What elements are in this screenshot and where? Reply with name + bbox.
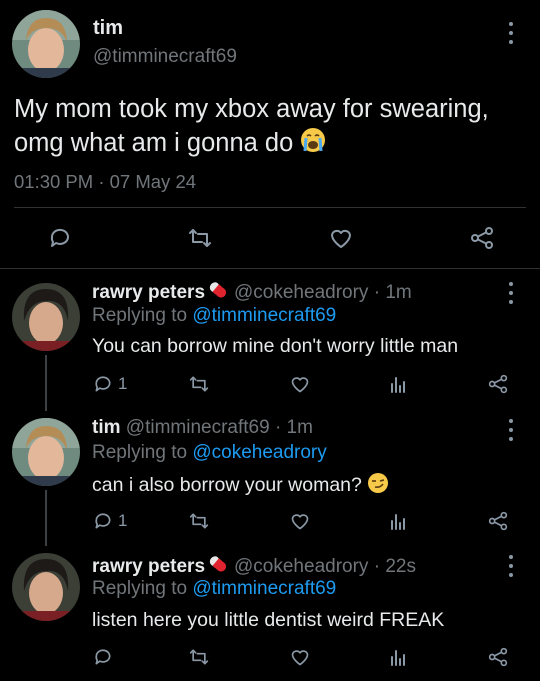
avatar[interactable] — [12, 553, 80, 621]
timestamp-separator: · — [98, 171, 105, 192]
retweet-icon[interactable] — [188, 511, 210, 531]
retweet-icon[interactable] — [188, 374, 210, 394]
reply-icon[interactable] — [93, 374, 113, 394]
pill-icon — [206, 279, 230, 307]
replying-to-label: Replying to — [92, 305, 188, 326]
replying-to-link[interactable]: @cokeheadrory — [192, 442, 326, 463]
reply-icon[interactable] — [93, 511, 113, 531]
replying-to: Replying to @timminecraft69 — [92, 305, 336, 327]
reply-icon[interactable] — [48, 226, 72, 250]
smirking-face-icon — [367, 472, 389, 500]
avatar[interactable] — [12, 418, 80, 486]
analytics-icon[interactable] — [388, 374, 408, 394]
replying-to-label: Replying to — [92, 442, 188, 463]
like-icon[interactable] — [289, 647, 311, 667]
pill-icon — [206, 553, 230, 581]
handle[interactable]: @timminecraft69 — [93, 46, 237, 68]
display-name[interactable]: tim — [92, 417, 121, 438]
crying-face-icon — [300, 127, 326, 162]
share-icon[interactable] — [469, 226, 495, 250]
handle[interactable]: @cokeheadrory — [234, 282, 368, 303]
more-options-icon[interactable] — [508, 282, 514, 304]
avatar[interactable] — [12, 10, 80, 78]
more-options-icon[interactable] — [508, 555, 514, 577]
display-name[interactable]: tim — [93, 17, 123, 40]
reply-time: · 1m — [373, 282, 412, 304]
divider — [0, 268, 540, 269]
reply-count: 1 — [118, 511, 128, 530]
reply-header: rawry peters @cokeheadrory · 1m — [92, 279, 412, 307]
display-name[interactable]: rawry peters — [92, 282, 205, 303]
divider — [14, 207, 526, 208]
handle[interactable]: @timminecraft69 — [126, 417, 270, 438]
share-icon[interactable] — [487, 511, 509, 531]
reply-text-container: can i also borrow your woman? — [92, 472, 389, 500]
tweet-text: My mom took my xbox away for swearing, o… — [14, 92, 524, 162]
thread-line — [45, 355, 47, 411]
thread-line — [45, 490, 47, 546]
replying-to: Replying to @timminecraft69 — [92, 578, 336, 600]
replying-to: Replying to @cokeheadrory — [92, 442, 327, 464]
more-options-icon[interactable] — [508, 22, 514, 44]
reply-header: rawry peters @cokeheadrory · 22s — [92, 553, 416, 581]
reply-text: can i also borrow your woman? — [92, 474, 362, 497]
replying-to-link[interactable]: @timminecraft69 — [192, 578, 336, 599]
replying-to-label: Replying to — [92, 578, 188, 599]
like-icon[interactable] — [289, 511, 311, 531]
reply-icon[interactable] — [93, 647, 113, 667]
reply-text: listen here you little dentist weird FRE… — [92, 609, 445, 631]
like-icon[interactable] — [289, 374, 311, 394]
reply-count: 1 — [118, 374, 128, 393]
more-options-icon[interactable] — [508, 419, 514, 441]
avatar[interactable] — [12, 283, 80, 351]
retweet-icon[interactable] — [187, 226, 213, 250]
replying-to-link[interactable]: @timminecraft69 — [192, 305, 336, 326]
tweet-text-body: My mom took my xbox away for swearing, o… — [14, 95, 489, 157]
analytics-icon[interactable] — [388, 511, 408, 531]
analytics-icon[interactable] — [388, 647, 408, 667]
display-name[interactable]: rawry peters — [92, 556, 205, 577]
timestamp[interactable]: 01:30 PM · 07 May 24 — [14, 171, 196, 193]
reply-text: You can borrow mine don't worry little m… — [92, 335, 459, 357]
share-icon[interactable] — [487, 374, 509, 394]
reply-time: · 1m — [274, 417, 313, 438]
tweet-date: 07 May 24 — [109, 171, 197, 192]
retweet-icon[interactable] — [188, 647, 210, 667]
reply-time: · 22s — [373, 556, 416, 578]
reply-header: tim @timminecraft69 · 1m — [92, 417, 313, 439]
like-icon[interactable] — [328, 226, 354, 250]
share-icon[interactable] — [487, 647, 509, 667]
handle[interactable]: @cokeheadrory — [234, 556, 368, 577]
tweet-time: 01:30 PM — [14, 171, 94, 192]
